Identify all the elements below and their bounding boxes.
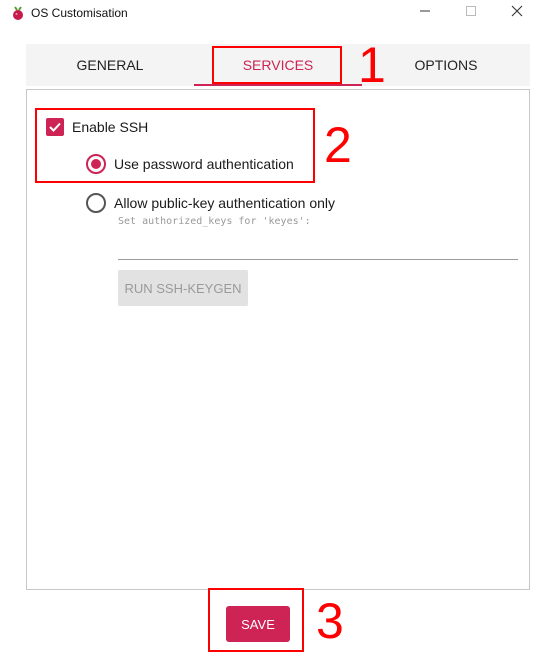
run-ssh-keygen-button[interactable]: RUN SSH-KEYGEN bbox=[118, 270, 248, 306]
authorized-keys-hint: Set authorized_keys for 'keyes': bbox=[118, 216, 311, 227]
raspberry-pi-icon bbox=[10, 5, 26, 21]
tab-options[interactable]: OPTIONS bbox=[362, 44, 530, 86]
minimize-button[interactable] bbox=[402, 0, 448, 26]
close-icon bbox=[511, 4, 523, 22]
title-bar: OS Customisation bbox=[0, 0, 540, 26]
pubkey-auth-label: Allow public-key authentication only bbox=[114, 195, 336, 211]
maximize-button[interactable] bbox=[448, 0, 494, 26]
annotation-box-services-tab bbox=[212, 46, 342, 84]
active-tab-indicator bbox=[194, 84, 362, 86]
annotation-number-3: 3 bbox=[316, 593, 344, 649]
tab-general[interactable]: GENERAL bbox=[26, 44, 194, 86]
minimize-icon bbox=[419, 4, 431, 22]
annotation-box-ssh-settings bbox=[35, 108, 315, 183]
window-title: OS Customisation bbox=[31, 6, 128, 20]
annotation-number-2: 2 bbox=[324, 117, 352, 173]
pubkey-auth-radio[interactable] bbox=[86, 193, 106, 213]
authorized-keys-input[interactable] bbox=[118, 234, 518, 260]
annotation-number-1: 1 bbox=[358, 37, 386, 93]
maximize-icon bbox=[465, 4, 477, 22]
annotation-box-save bbox=[208, 588, 304, 652]
pubkey-auth-row[interactable]: Allow public-key authentication only bbox=[86, 193, 335, 213]
close-button[interactable] bbox=[494, 0, 540, 26]
